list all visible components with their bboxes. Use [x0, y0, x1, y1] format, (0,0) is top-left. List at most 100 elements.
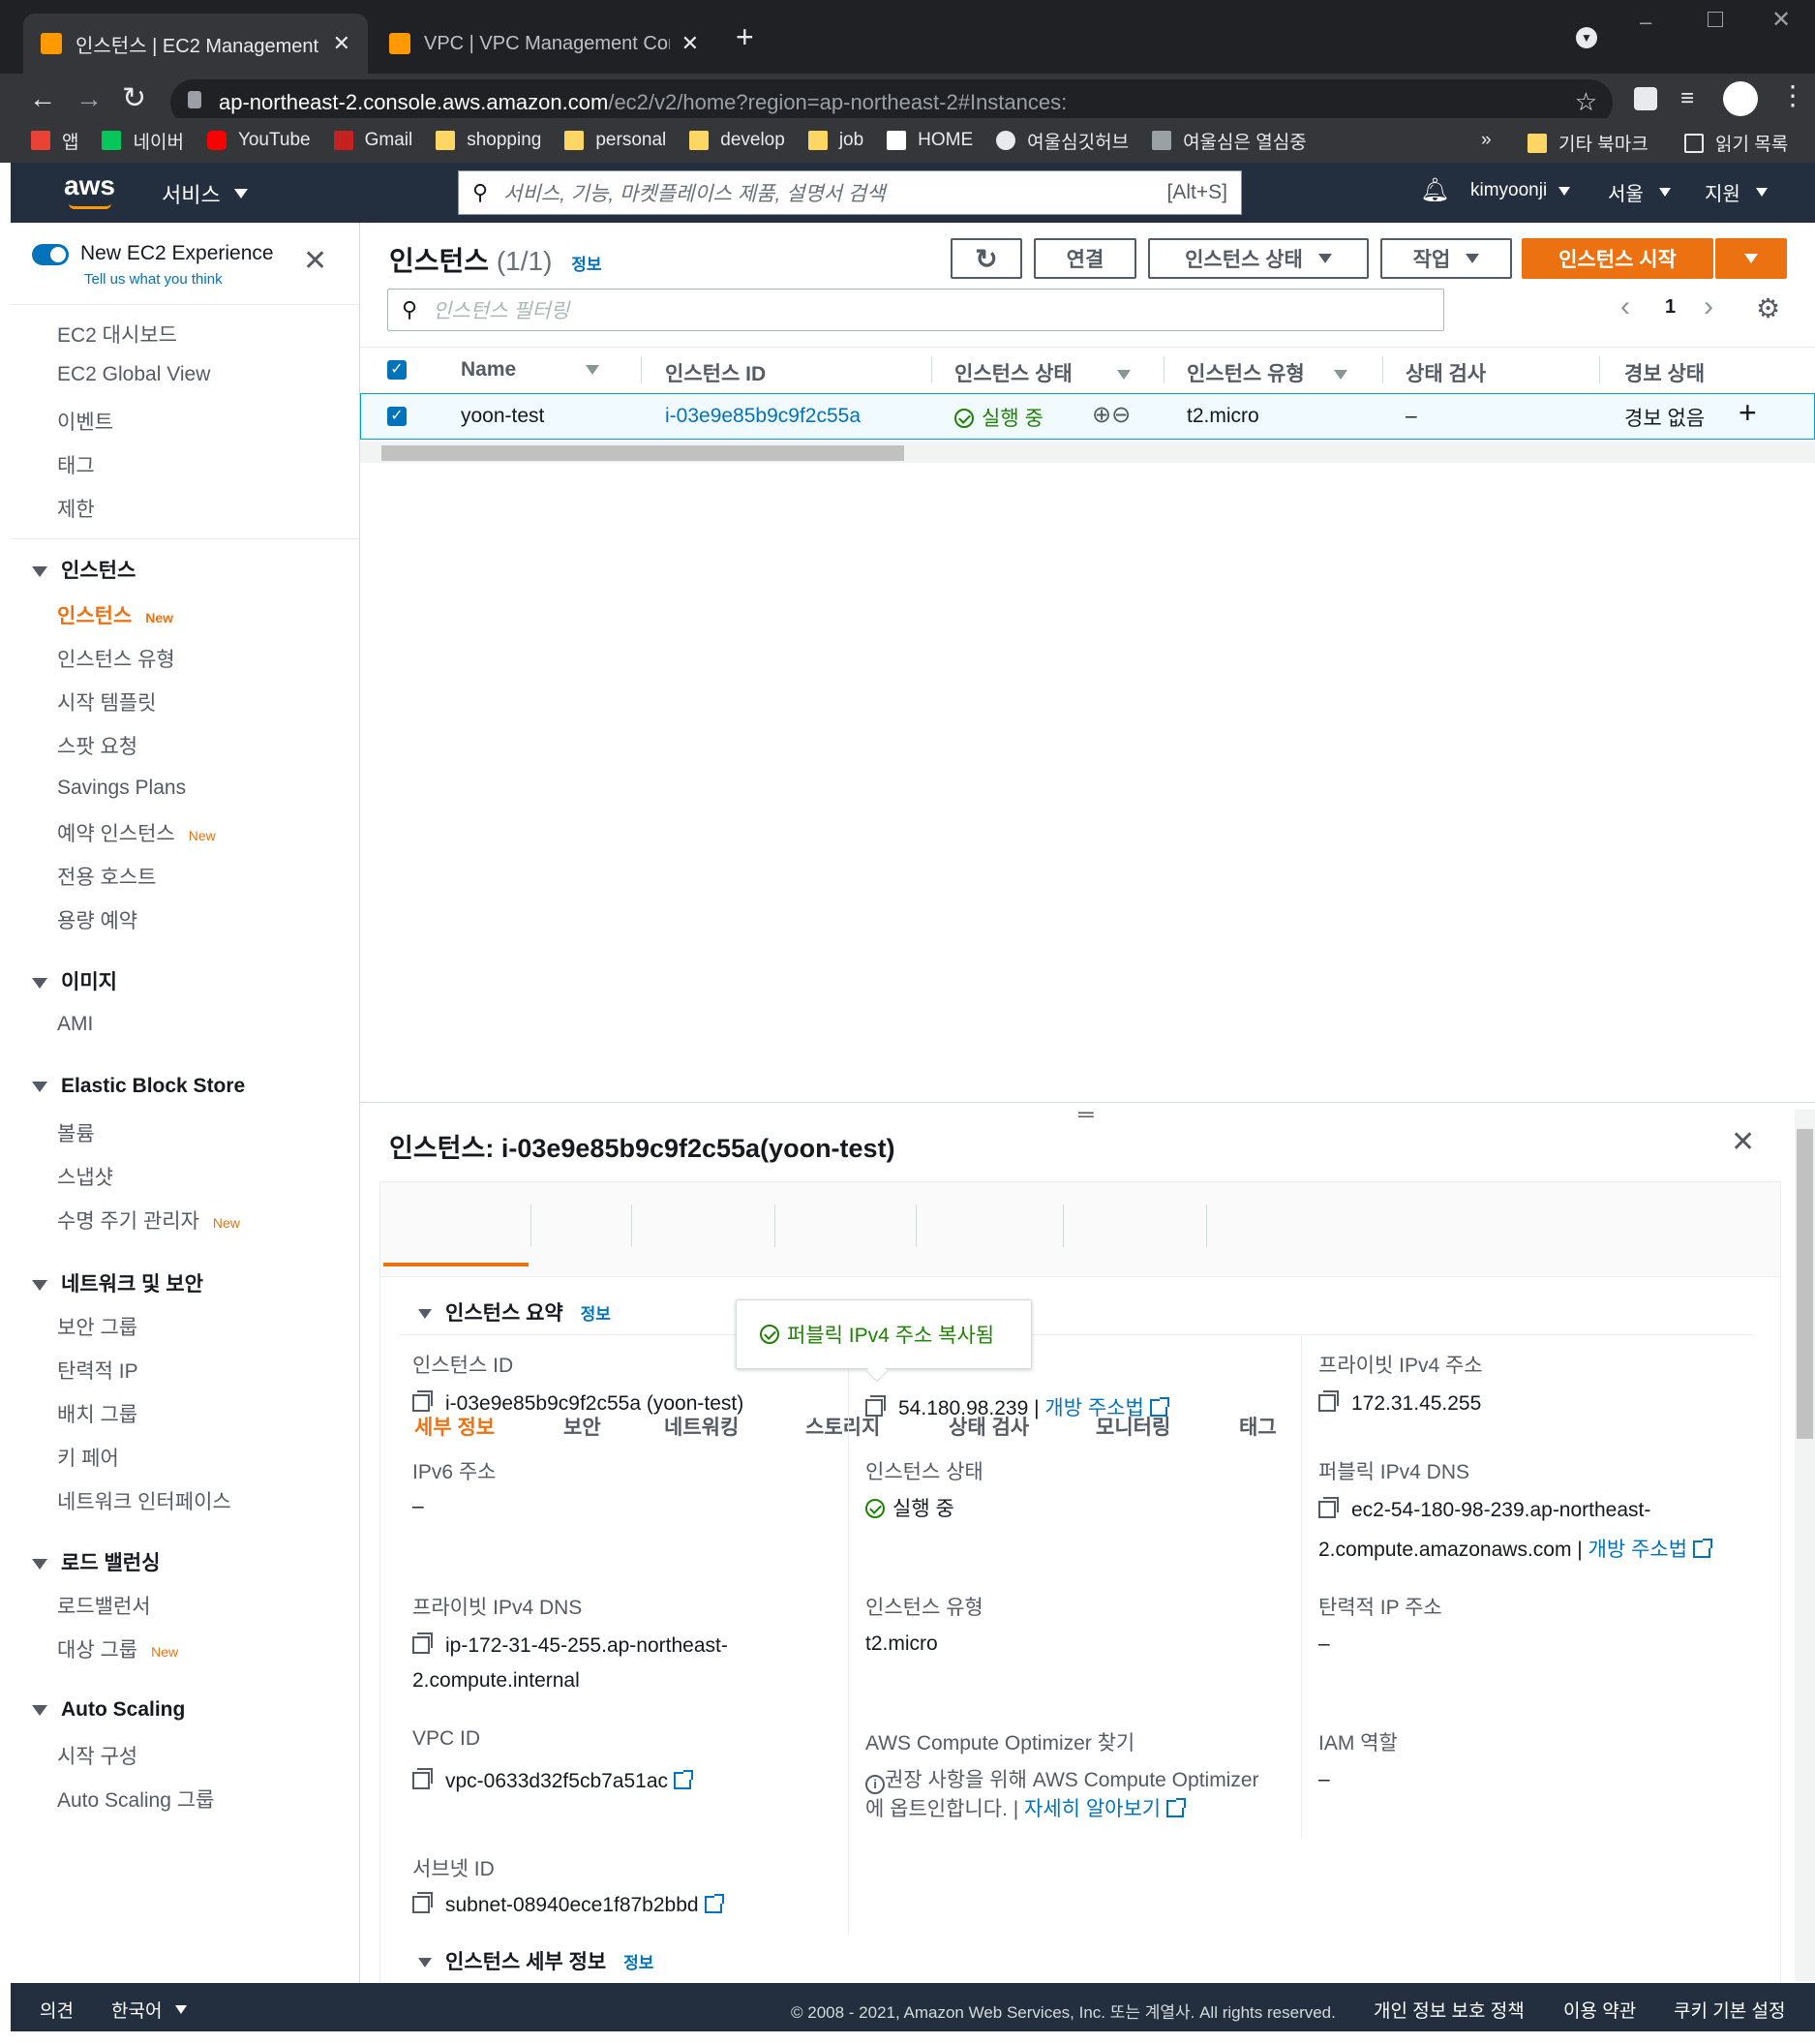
section-network-security[interactable]: 네트워크 및 보안 [32, 1268, 203, 1297]
vpc-id-value[interactable]: vpc-0633d32f5cb7a51ac [412, 1768, 694, 1793]
feedback-link[interactable]: 의견 [40, 1997, 74, 2023]
column-header-instance-id[interactable]: 인스턴스 ID [665, 358, 766, 387]
section-ebs[interactable]: Elastic Block Store [32, 1075, 245, 1098]
column-header-state[interactable]: 인스턴스 상태 [954, 358, 1131, 387]
sidebar-item-instances[interactable]: 인스턴스 New [57, 600, 173, 629]
sidebar-item-placement-groups[interactable]: 배치 그룹 [57, 1399, 137, 1428]
sidebar-item-snapshots[interactable]: 스냅샷 [57, 1162, 113, 1191]
sidebar-item-key-pairs[interactable]: 키 페어 [57, 1443, 119, 1472]
notifications-bell-icon[interactable]: 🔔︎ [1420, 176, 1449, 204]
copy-icon[interactable] [412, 1892, 433, 1913]
bookmark-github[interactable]: 여울심깃허브 [996, 128, 1129, 154]
reload-icon[interactable]: ↻ [122, 81, 146, 115]
support-menu[interactable]: 지원 [1705, 178, 1768, 206]
prev-page-icon[interactable]: ‹ [1620, 290, 1630, 323]
connect-button[interactable]: 연결 [1034, 238, 1136, 279]
sidebar-item-global-view[interactable]: EC2 Global View [57, 363, 210, 386]
other-bookmarks[interactable]: 기타 북마크 [1528, 130, 1649, 156]
bookmarks-overflow[interactable]: » [1481, 130, 1492, 151]
bookmark-star-icon[interactable]: ☆ [1575, 87, 1597, 117]
sidebar-item-savings-plans[interactable]: Savings Plans [57, 777, 186, 800]
copy-icon[interactable] [1318, 1390, 1339, 1412]
horizontal-scrollbar[interactable] [360, 442, 1815, 463]
region-menu[interactable]: 서울 [1608, 178, 1671, 206]
sidebar-item-security-groups[interactable]: 보안 그룹 [57, 1312, 137, 1341]
sidebar-item-ami[interactable]: AMI [57, 1013, 93, 1036]
new-tab-icon[interactable]: + [736, 19, 754, 55]
tab-networking[interactable]: 네트워킹 [664, 1412, 739, 1441]
vertical-scrollbar[interactable] [1795, 1110, 1815, 1981]
profile-avatar[interactable] [1723, 81, 1758, 116]
actions-button[interactable]: 작업 [1380, 238, 1512, 279]
bookmark-blog[interactable]: 여울심은 열심중 [1152, 128, 1307, 154]
info-link[interactable]: 정보 [571, 256, 601, 274]
services-menu[interactable]: 서비스 [162, 178, 248, 209]
subnet-id-value[interactable]: subnet-08940ece1f87b2bbd [412, 1892, 724, 1917]
back-icon[interactable]: ← [29, 83, 56, 114]
page-number[interactable]: 1 [1665, 296, 1676, 319]
close-tab-icon[interactable]: ✕ [681, 31, 699, 56]
browser-menu-icon[interactable]: ⋮ [1779, 79, 1806, 111]
sidebar-item-target-groups[interactable]: 대상 그룹 New [57, 1634, 178, 1663]
learn-more-link[interactable]: 자세히 알아보기 [1024, 1798, 1161, 1820]
close-icon[interactable]: ✕ [1731, 1125, 1755, 1159]
sidebar-item-auto-scaling-groups[interactable]: Auto Scaling 그룹 [57, 1785, 214, 1814]
instance-state-button[interactable]: 인스턴스 상태 [1148, 238, 1369, 279]
sidebar-item-limits[interactable]: 제한 [57, 494, 95, 523]
reading-list[interactable]: 읽기 목록 [1684, 130, 1788, 156]
sidebar-item-lifecycle-manager[interactable]: 수명 주기 관리자 New [57, 1205, 240, 1235]
launch-dropdown-button[interactable] [1715, 238, 1787, 279]
sidebar-item-elastic-ip[interactable]: 탄력적 IP [57, 1356, 138, 1385]
tab-tags[interactable]: 태그 [1239, 1412, 1277, 1441]
section-images[interactable]: 이미지 [32, 966, 117, 995]
resize-handle-icon[interactable]: ═ [1078, 1102, 1094, 1127]
instance-summary-header[interactable]: 인스턴스 요약 정보 [418, 1297, 611, 1327]
next-page-icon[interactable]: › [1704, 290, 1713, 323]
new-experience-toggle[interactable] [32, 244, 69, 265]
column-header-alarm[interactable]: 경보 상태 [1624, 358, 1705, 387]
bookmark-shopping[interactable]: shopping [436, 130, 541, 151]
sidebar-item-network-interfaces[interactable]: 네트워크 인터페이스 [57, 1486, 231, 1515]
extensions-icon[interactable] [1634, 87, 1657, 110]
cell-instance-id-link[interactable]: i-03e9e85b9c9f2c55a [665, 405, 861, 428]
search-input[interactable]: ⚲ 서비스, 기능, 마켓플레이스 제품, 설명서 검색 [Alt+S] [458, 170, 1242, 215]
close-tab-icon[interactable]: ✕ [333, 31, 350, 56]
section-auto-scaling[interactable]: Auto Scaling [32, 1698, 185, 1722]
copy-icon[interactable] [412, 1632, 433, 1654]
refresh-button[interactable]: ↻ [951, 238, 1022, 279]
bookmark-job[interactable]: job [807, 130, 863, 151]
forward-icon[interactable]: → [76, 83, 103, 114]
bookmark-develop[interactable]: develop [689, 130, 785, 151]
info-link[interactable]: 정보 [623, 1954, 653, 1972]
browser-tab-vpc[interactable]: VPC | VPC Management Consol ✕ [372, 14, 716, 74]
bookmark-gmail[interactable]: Gmail [333, 130, 412, 151]
minimize-icon[interactable]: – [1640, 10, 1651, 35]
open-address-link[interactable]: 개방 주소법 [1588, 1539, 1687, 1561]
sidebar-item-launch-templates[interactable]: 시작 템플릿 [57, 687, 156, 717]
maximize-icon[interactable] [1708, 12, 1723, 27]
scrollbar-thumb[interactable] [381, 445, 904, 461]
sidebar-item-volumes[interactable]: 볼륨 [57, 1118, 95, 1147]
copy-icon[interactable] [412, 1768, 433, 1789]
sidebar-item-dashboard[interactable]: EC2 대시보드 [57, 320, 177, 349]
add-alarm-icon[interactable]: + [1739, 395, 1757, 431]
sidebar-item-events[interactable]: 이벤트 [57, 407, 113, 436]
bookmark-youtube[interactable]: YouTube [206, 130, 311, 151]
tab-details[interactable]: 세부 정보 [414, 1412, 495, 1441]
bookmark-apps[interactable]: 앱 [31, 128, 78, 154]
account-menu[interactable]: kimyoonji [1470, 180, 1571, 201]
row-checkbox[interactable]: ✓ [387, 407, 407, 426]
launch-instances-button[interactable]: 인스턴스 시작 [1522, 238, 1713, 279]
sidebar-item-reserved-instances[interactable]: 예약 인스턴스 New [57, 818, 216, 847]
copy-icon[interactable] [412, 1390, 433, 1412]
cookie-preferences-link[interactable]: 쿠키 기본 설정 [1674, 1997, 1785, 2023]
info-link[interactable]: 정보 [581, 1305, 611, 1324]
bookmark-naver[interactable]: 네이버 [102, 128, 184, 154]
scrollbar-thumb[interactable] [1797, 1129, 1813, 1439]
section-load-balancing[interactable]: 로드 밸런싱 [32, 1547, 160, 1576]
bookmark-home[interactable]: HOME [887, 130, 973, 151]
privacy-link[interactable]: 개인 정보 보호 정책 [1374, 1997, 1525, 2023]
terms-link[interactable]: 이용 약관 [1563, 1997, 1636, 2023]
select-all-checkbox[interactable]: ✓ [387, 360, 407, 380]
sidebar-item-load-balancers[interactable]: 로드밸런서 [57, 1591, 151, 1620]
